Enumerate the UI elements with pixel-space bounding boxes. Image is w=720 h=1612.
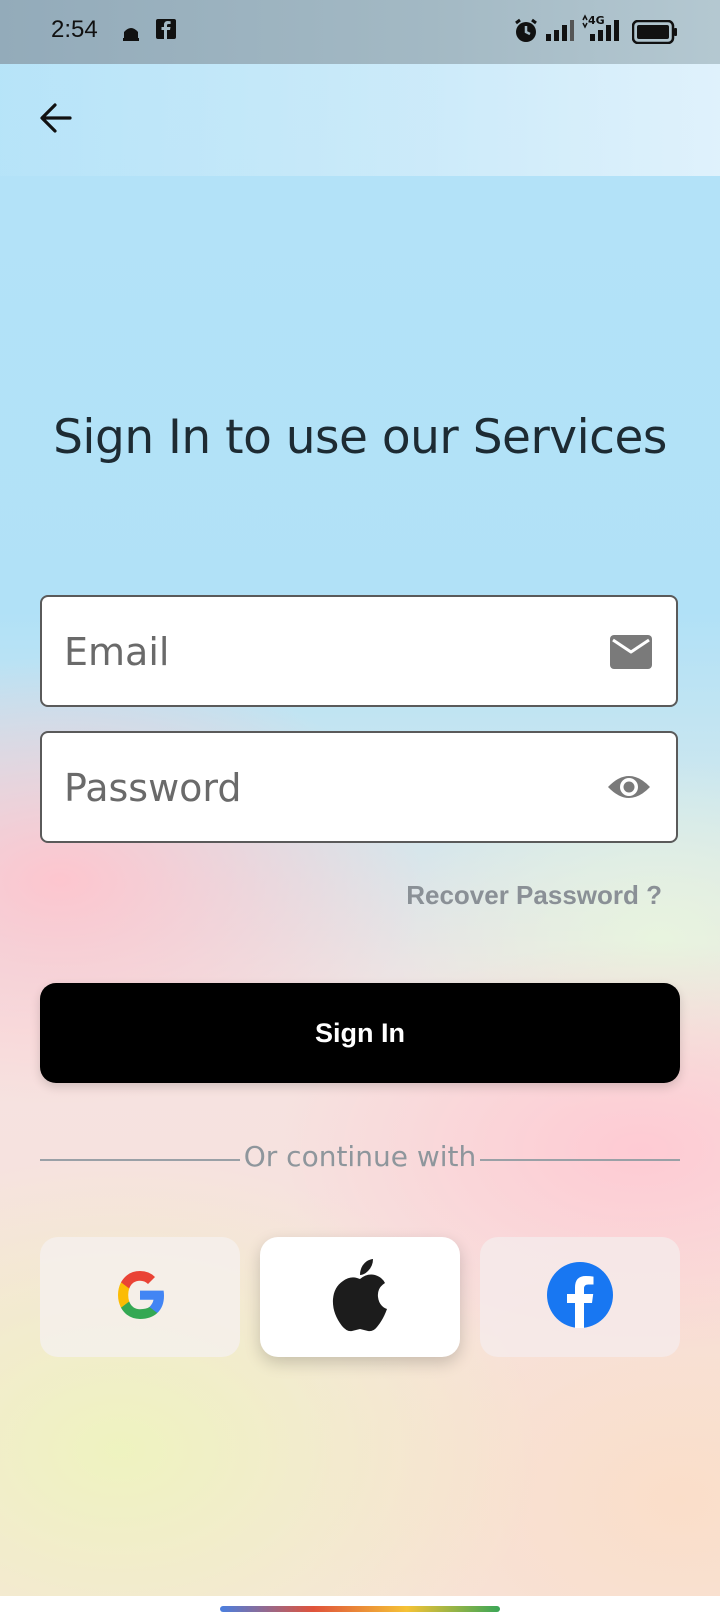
page-title: Sign In to use our Services [53,410,667,465]
alarm-icon [514,18,538,48]
recover-password-link[interactable]: Recover Password ? [406,880,662,911]
mosque-notification-icon [122,18,140,46]
email-field[interactable] [40,595,678,707]
mail-icon [610,635,652,673]
status-time: 2:54 [51,16,98,43]
facebook-signin-button[interactable] [480,1237,680,1357]
google-signin-button[interactable] [40,1237,240,1357]
app-header [0,64,720,176]
divider-text: Or continue with [243,1140,477,1173]
google-icon [111,1266,169,1328]
apple-signin-button[interactable] [260,1237,460,1357]
facebook-icon [546,1261,614,1333]
4g-signal-icon: 4G [582,14,624,48]
divider-line-right [480,1159,680,1161]
svg-text:4G: 4G [588,14,605,27]
navigation-bar [0,1596,720,1612]
eye-icon[interactable] [606,771,652,807]
apple-icon [327,1257,393,1337]
status-bar: 2:54 4G [0,0,720,64]
home-indicator[interactable] [220,1606,500,1612]
arrow-left-icon [38,100,74,140]
facebook-notification-icon [156,18,176,44]
back-button[interactable] [32,96,80,144]
password-input[interactable] [62,733,586,843]
battery-icon [631,19,678,48]
email-input[interactable] [62,597,586,707]
sign-in-button[interactable]: Sign In [40,983,680,1083]
signal-icon [544,18,574,46]
password-field[interactable] [40,731,678,843]
